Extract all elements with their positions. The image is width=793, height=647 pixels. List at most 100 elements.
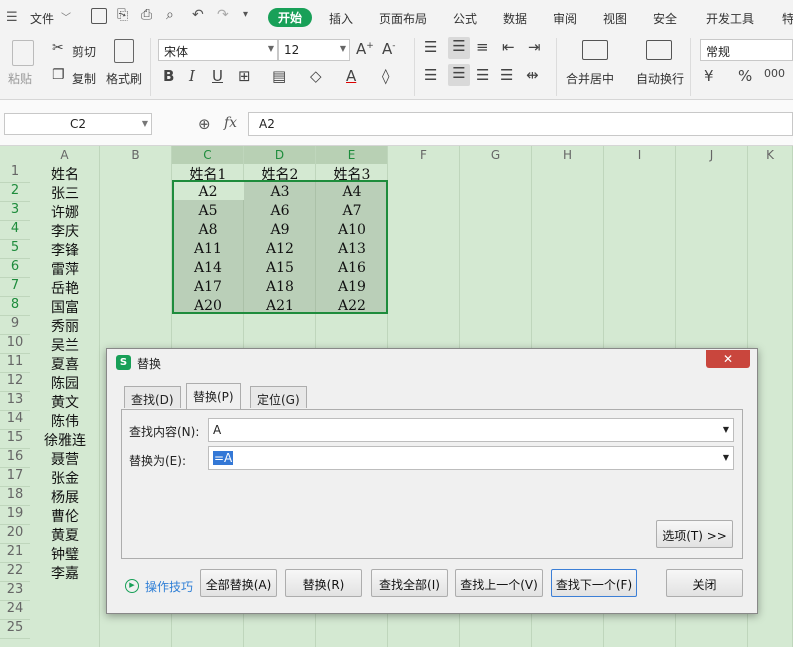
column-header-g[interactable]: G — [460, 146, 532, 164]
tips-link[interactable]: 操作技巧 — [145, 578, 193, 595]
cell-d5[interactable]: A12 — [244, 241, 316, 260]
find-previous-button[interactable]: 查找上一个(V) — [455, 569, 543, 597]
tab-page-layout[interactable]: 页面布局 — [379, 10, 427, 27]
decrease-font-icon[interactable]: A- — [382, 40, 396, 58]
replace-input[interactable]: =A ▼ — [208, 446, 734, 470]
cell-a18[interactable]: 杨展 — [30, 487, 100, 506]
cell-d3[interactable]: A6 — [244, 203, 316, 222]
align-bottom-icon[interactable]: ≡ — [476, 38, 489, 56]
tab-review[interactable]: 审阅 — [553, 10, 577, 27]
cell-e3[interactable]: A7 — [316, 203, 388, 222]
column-header-e[interactable]: E — [316, 146, 388, 164]
row-header-11[interactable]: 11 — [0, 354, 30, 373]
border-icon[interactable]: ⊞ — [238, 67, 251, 85]
cell-a15[interactable]: 徐雅连 — [30, 430, 100, 449]
row-header-21[interactable]: 21 — [0, 544, 30, 563]
menu-icon[interactable]: ☰ — [6, 10, 18, 25]
row-header-23[interactable]: 23 — [0, 582, 30, 601]
indent-decrease-icon[interactable]: ⇤ — [502, 38, 515, 56]
row-header-9[interactable]: 9 — [0, 316, 30, 335]
tab-developer[interactable]: 开发工具 — [706, 10, 754, 27]
percent-icon[interactable]: % — [738, 67, 752, 85]
cell-a1[interactable]: 姓名 — [30, 164, 100, 183]
options-button[interactable]: 选项(T) >> — [656, 520, 733, 548]
column-header-a[interactable]: A — [30, 146, 100, 164]
copy-button[interactable]: 复制 — [72, 70, 96, 87]
currency-icon[interactable]: ¥ — [704, 67, 714, 85]
row-header-7[interactable]: 7 — [0, 278, 30, 297]
paste-button[interactable]: 粘贴 — [8, 70, 32, 87]
column-header-d[interactable]: D — [244, 146, 316, 164]
row-header-10[interactable]: 10 — [0, 335, 30, 354]
cell-c6[interactable]: A14 — [172, 260, 244, 279]
cell-a5[interactable]: 李锋 — [30, 240, 100, 259]
merge-center-button[interactable]: 合并居中 — [566, 70, 614, 87]
column-header-b[interactable]: B — [100, 146, 172, 164]
cell-c5[interactable]: A11 — [172, 241, 244, 260]
cell-a21[interactable]: 钟璧 — [30, 544, 100, 563]
row-header-5[interactable]: 5 — [0, 240, 30, 259]
cell-a4[interactable]: 李庆 — [30, 221, 100, 240]
paste-icon[interactable] — [12, 40, 34, 66]
fill-color-icon[interactable]: ◇ — [310, 67, 322, 85]
close-icon[interactable]: ✕ — [706, 350, 750, 368]
more-icon[interactable]: ▾ — [243, 9, 248, 20]
cell-a6[interactable]: 雷萍 — [30, 259, 100, 278]
underline-icon[interactable]: U — [212, 67, 223, 85]
column-header-i[interactable]: I — [604, 146, 676, 164]
row-header-25[interactable]: 25 — [0, 620, 30, 639]
align-middle-icon[interactable]: ☰ — [448, 37, 470, 59]
wrap-text-icon[interactable] — [646, 40, 672, 60]
row-header-8[interactable]: 8 — [0, 297, 30, 316]
formula-input[interactable]: A2 — [248, 112, 793, 136]
chevron-down-icon[interactable]: ▼ — [723, 453, 729, 462]
cell-a13[interactable]: 黄文 — [30, 392, 100, 411]
column-header-h[interactable]: H — [532, 146, 604, 164]
fx-icon[interactable]: fx — [224, 115, 237, 131]
align-top-icon[interactable]: ☰ — [424, 38, 437, 56]
row-header-18[interactable]: 18 — [0, 487, 30, 506]
tab-find[interactable]: 查找(D) — [124, 386, 181, 408]
row-header-3[interactable]: 3 — [0, 202, 30, 221]
tab-view[interactable]: 视图 — [603, 10, 627, 27]
cell-a9[interactable]: 秀丽 — [30, 316, 100, 335]
cell-a10[interactable]: 吴兰 — [30, 335, 100, 354]
tab-replace[interactable]: 替换(P) — [186, 383, 241, 409]
indent-increase-icon[interactable]: ⇥ — [528, 38, 541, 56]
column-header-c[interactable]: C — [172, 146, 244, 164]
cell-e2[interactable]: A4 — [316, 184, 388, 203]
name-box[interactable]: C2 ▼ — [4, 113, 152, 135]
tab-data[interactable]: 数据 — [503, 10, 527, 27]
cell-a8[interactable]: 国富 — [30, 297, 100, 316]
cell-a11[interactable]: 夏喜 — [30, 354, 100, 373]
align-right-icon[interactable]: ☰ — [476, 66, 489, 84]
row-header-15[interactable]: 15 — [0, 430, 30, 449]
italic-icon[interactable]: I — [189, 67, 195, 85]
menu-file[interactable]: 文件 — [30, 10, 54, 27]
row-header-24[interactable]: 24 — [0, 601, 30, 620]
font-color-icon[interactable]: A — [346, 67, 356, 85]
column-header-f[interactable]: F — [388, 146, 460, 164]
save-icon[interactable] — [91, 8, 107, 24]
find-all-button[interactable]: 查找全部(I) — [371, 569, 448, 597]
row-header-17[interactable]: 17 — [0, 468, 30, 487]
tab-insert[interactable]: 插入 — [329, 10, 353, 27]
undo-icon[interactable]: ↶ — [192, 7, 204, 23]
replace-button[interactable]: 替换(R) — [285, 569, 362, 597]
row-header-13[interactable]: 13 — [0, 392, 30, 411]
cell-e8[interactable]: A22 — [316, 298, 388, 317]
clear-icon[interactable]: ◊ — [382, 67, 389, 85]
zoom-icon[interactable]: ⊕ — [198, 115, 211, 133]
cell-style-icon[interactable]: ▤ — [272, 67, 286, 85]
close-button[interactable]: 关闭 — [666, 569, 743, 597]
wrap-text-button[interactable]: 自动换行 — [636, 70, 684, 87]
row-header-12[interactable]: 12 — [0, 373, 30, 392]
find-input[interactable]: A ▼ — [208, 418, 734, 442]
cell-a17[interactable]: 张金 — [30, 468, 100, 487]
column-header-j[interactable]: J — [676, 146, 748, 164]
tab-security[interactable]: 安全 — [653, 10, 677, 27]
cell-c4[interactable]: A8 — [172, 222, 244, 241]
tab-formulas[interactable]: 公式 — [453, 10, 477, 27]
cell-a14[interactable]: 陈伟 — [30, 411, 100, 430]
row-header-1[interactable]: 1 — [0, 164, 30, 183]
